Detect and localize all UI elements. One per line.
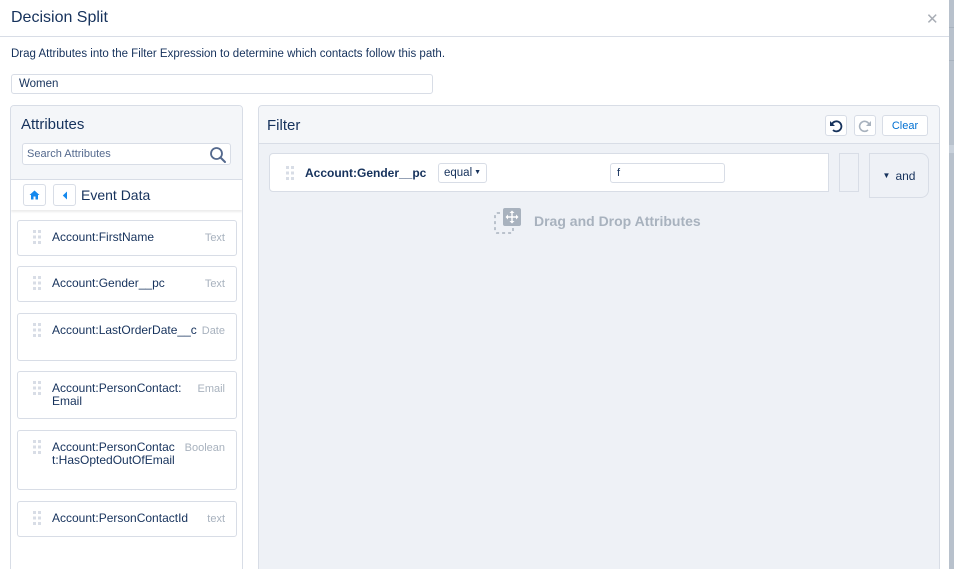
clear-button[interactable]: Clear: [882, 115, 928, 136]
drag-handle-icon[interactable]: [33, 511, 41, 525]
attribute-name: Account:LastOrderDate__c: [52, 323, 197, 337]
attribute-type: Boolean: [184, 442, 225, 454]
chevron-down-icon: ▼: [474, 169, 482, 176]
attribute-name: Account:PersonContact:HasOptedOutOfEmail: [52, 440, 175, 467]
attributes-header: Attributes: [11, 106, 242, 180]
undo-button[interactable]: [825, 115, 847, 136]
drag-handle-icon[interactable]: [33, 323, 41, 337]
search-attributes-input[interactable]: [23, 144, 203, 164]
drag-handle-icon[interactable]: [33, 230, 41, 244]
caret-down-icon: ▼: [882, 171, 891, 180]
back-button[interactable]: [53, 184, 76, 206]
undo-icon: [830, 119, 843, 132]
attribute-type: Text: [204, 278, 225, 290]
attribute-nav: Event Data: [11, 180, 242, 210]
operator-select[interactable]: equal ▼: [438, 163, 487, 183]
attributes-title: Attributes: [21, 116, 85, 133]
redo-icon: [858, 120, 871, 132]
scrollbar-divider: [949, 60, 954, 61]
scrollbar-thumb[interactable]: [949, 145, 954, 153]
attribute-name: Account:FirstName: [52, 230, 155, 244]
logic-operator-label: and: [895, 168, 916, 183]
current-category: Event Data: [81, 187, 151, 203]
drag-handle-icon[interactable]: [286, 166, 294, 180]
back-icon: [62, 191, 67, 199]
filter-header: Filter Clear: [259, 106, 939, 144]
attribute-item[interactable]: Account:Gender__pc Text: [17, 266, 237, 302]
condition-field: Account:Gender__pc: [305, 166, 427, 180]
attribute-item[interactable]: Account:LastOrderDate__c Date: [17, 313, 237, 361]
attribute-name: Account:PersonContact:Email: [52, 381, 182, 408]
drag-handle-icon[interactable]: [33, 276, 41, 290]
home-icon: [29, 190, 40, 200]
attribute-name: Account:PersonContactId: [52, 511, 189, 525]
page-scrollbar[interactable]: [949, 0, 954, 569]
instructions-text: Drag Attributes into the Filter Expressi…: [11, 48, 446, 60]
attribute-type: text: [207, 513, 225, 525]
modal-header: Decision Split ✕: [0, 0, 949, 37]
logic-operator-toggle[interactable]: ▼ and: [869, 153, 929, 198]
home-button[interactable]: [23, 184, 46, 206]
attribute-name: Account:Gender__pc: [52, 276, 165, 290]
redo-button[interactable]: [854, 115, 876, 136]
filter-title: Filter: [267, 117, 301, 134]
search-icon[interactable]: [209, 146, 227, 164]
attribute-type: Text: [204, 232, 225, 244]
filter-condition-row[interactable]: Account:Gender__pc equal ▼: [269, 153, 829, 192]
condition-value-input[interactable]: [610, 163, 725, 183]
attribute-type: Date: [201, 325, 225, 337]
attribute-item[interactable]: Account:PersonContactId text: [17, 501, 237, 537]
path-name-input[interactable]: [11, 74, 433, 94]
close-icon[interactable]: ✕: [926, 12, 939, 27]
attribute-item[interactable]: Account:PersonContact:Email Email: [17, 371, 237, 419]
attributes-panel: Attributes Event Data: [10, 105, 243, 569]
condition-group-spacer: [839, 153, 859, 192]
attribute-item[interactable]: Account:PersonContact:HasOptedOutOfEmail…: [17, 430, 237, 490]
search-attributes-field[interactable]: [22, 143, 231, 165]
attribute-item[interactable]: Account:FirstName Text: [17, 220, 237, 256]
drag-drop-icon: [494, 208, 521, 234]
decision-split-modal: Decision Split ✕ Drag Attributes into th…: [0, 0, 949, 569]
drop-zone[interactable]: Drag and Drop Attributes: [494, 206, 701, 236]
modal-title: Decision Split: [11, 9, 108, 26]
operator-value: equal: [444, 167, 473, 179]
drag-handle-icon[interactable]: [33, 440, 41, 454]
filter-panel: Filter Clear Account:Gender__pc equal▼: [258, 105, 940, 569]
scrollbar-divider: [949, 27, 954, 28]
drop-zone-hint: Drag and Drop Attributes: [534, 213, 701, 229]
drag-handle-icon[interactable]: [33, 381, 41, 395]
attribute-type: Email: [197, 383, 225, 395]
